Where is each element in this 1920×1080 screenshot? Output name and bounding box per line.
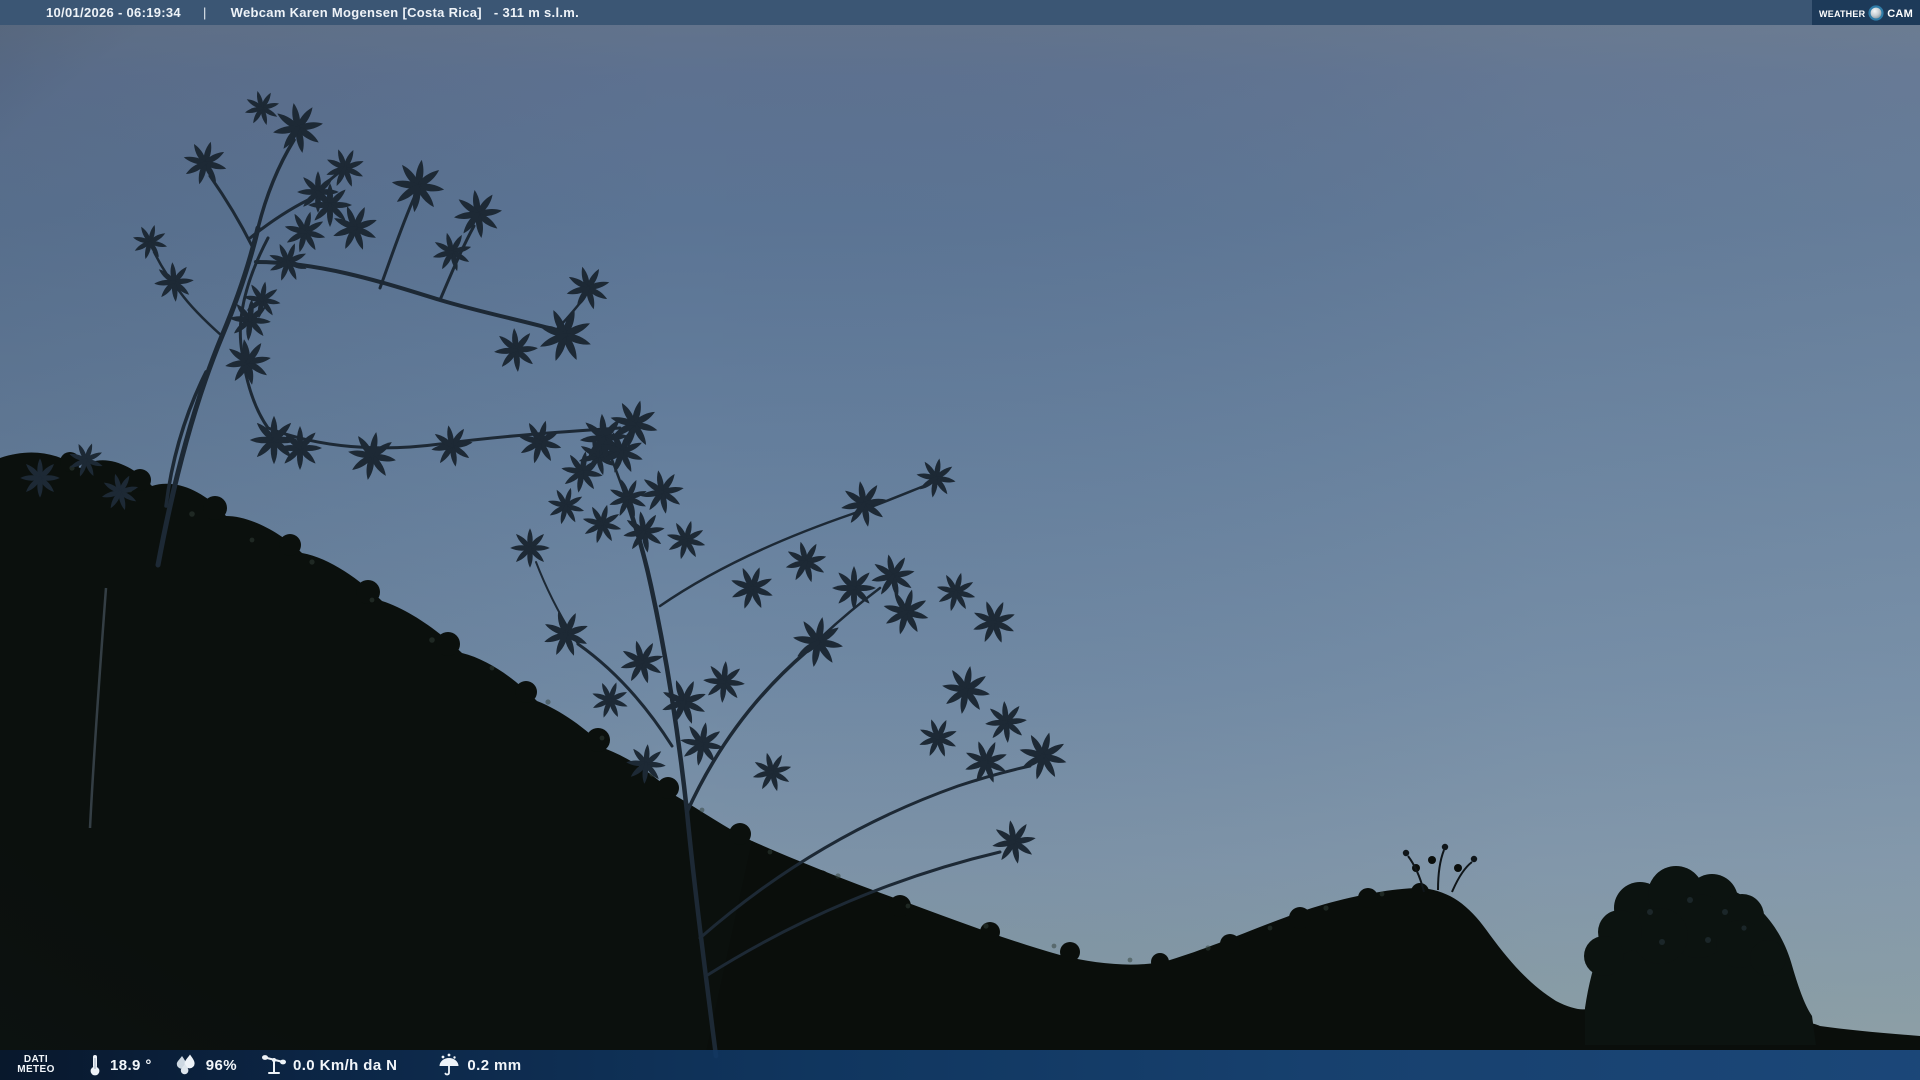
- temperature-value: 18.9 °: [110, 1057, 152, 1074]
- umbrella-icon: [437, 1053, 461, 1077]
- scene-svg: [0, 0, 1920, 1080]
- globe-lens-icon: [1868, 5, 1884, 21]
- wind-value: 0.0 Km/h da N: [293, 1057, 397, 1074]
- rain-reading: 0.2 mm: [437, 1053, 521, 1077]
- anemometer-icon: [261, 1053, 287, 1077]
- webcam-photo: [0, 0, 1920, 1080]
- altitude-label: - 311 m s.l.m.: [494, 5, 579, 20]
- humidity-reading: 96%: [174, 1053, 237, 1077]
- water-drops-icon: [174, 1053, 200, 1077]
- humidity-value: 96%: [206, 1057, 237, 1074]
- webcam-title: Webcam Karen Mogensen [Costa Rica]: [231, 5, 482, 20]
- weather-data-bar: DATI METEO 18.9 ° 96%: [0, 1050, 1920, 1080]
- wind-reading: 0.0 Km/h da N: [261, 1053, 397, 1077]
- datetime-label: 10/01/2026 - 06:19:34: [46, 5, 181, 20]
- top-info-bar: 10/01/2026 - 06:19:34 | Webcam Karen Mog…: [0, 0, 1920, 25]
- temperature-reading: 18.9 °: [86, 1053, 152, 1077]
- rain-value: 0.2 mm: [467, 1057, 521, 1074]
- logo-cam-text: Cam: [1887, 4, 1913, 22]
- separator: |: [203, 5, 207, 20]
- weathercam-logo: Weather Cam: [1812, 0, 1920, 25]
- dati-meteo-label: DATI METEO: [14, 1055, 58, 1075]
- logo-weather-text: Weather: [1819, 5, 1865, 20]
- webcam-viewer: 10/01/2026 - 06:19:34 | Webcam Karen Mog…: [0, 0, 1920, 1080]
- thermometer-icon: [86, 1053, 104, 1077]
